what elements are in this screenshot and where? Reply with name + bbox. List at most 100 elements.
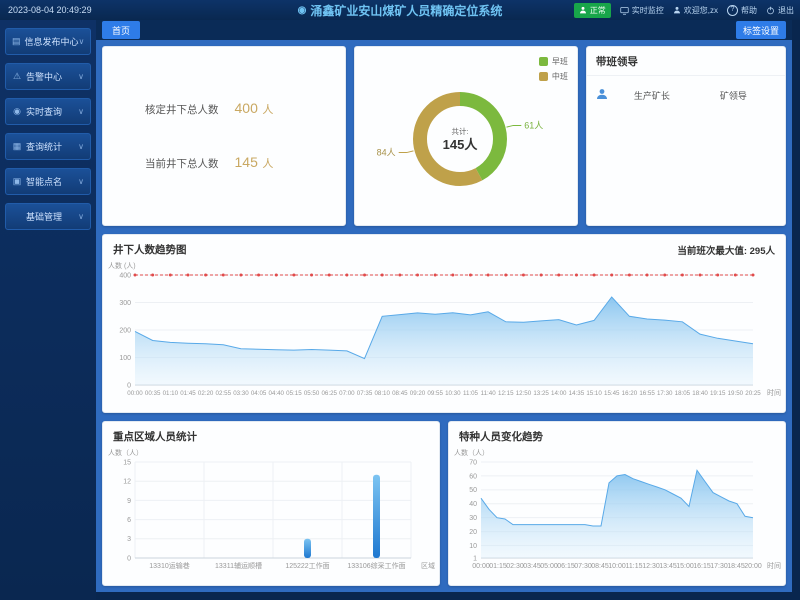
underground-trend-panel: 井下人数趋势图 当前班次最大值: 295人 0 100 200 300 400 00:00…	[102, 234, 786, 413]
svg-text:人数（人）: 人数（人）	[454, 448, 489, 457]
svg-text:200: 200	[119, 327, 131, 334]
svg-text:09:20: 09:20	[410, 390, 426, 397]
leader-row[interactable]: 生产矿长 矿领导	[587, 76, 785, 114]
svg-text:40: 40	[469, 501, 477, 508]
legend-swatch-gold	[538, 72, 548, 81]
sidebar-item-info-center[interactable]: ▤ 信息发布中心 ∨	[5, 28, 91, 55]
system-logo-icon: ◉	[297, 4, 307, 16]
shift-donut-panel: 早班 中班 61人 84人 共计: 145人	[353, 46, 578, 226]
max-value-note: 当前班次最大值: 295人	[677, 245, 775, 257]
user-icon	[673, 6, 681, 14]
sidebar-item-alarm-center[interactable]: ⚠ 告警中心 ∨	[5, 63, 91, 90]
tab-home[interactable]: 首页	[102, 21, 141, 39]
svg-text:12:15: 12:15	[498, 390, 514, 397]
panel-title: 带班领导	[586, 47, 785, 76]
chevron-down-icon: ∨	[78, 177, 84, 186]
svg-text:1: 1	[473, 555, 477, 562]
svg-text:12: 12	[123, 479, 131, 486]
approved-headcount: 核定井下总人数 400 人	[145, 100, 345, 118]
nav-item-welcome[interactable]: 欢迎您,zx	[673, 5, 718, 16]
special-personnel-panel: 特种人员变化趋势 1 10 20 30 40 50 60 70 00:00 01:15 02:30 0…	[448, 421, 786, 586]
svg-text:50: 50	[469, 487, 477, 494]
svg-text:100: 100	[119, 355, 131, 362]
svg-text:时间: 时间	[767, 388, 781, 397]
nav-item-label: 帮助	[741, 5, 757, 15]
tab-settings-button[interactable]: 标签设置	[735, 21, 786, 39]
legend-swatch-green	[538, 57, 548, 66]
svg-text:人数（人）: 人数（人）	[108, 448, 143, 457]
svg-text:61人: 61人	[524, 120, 543, 130]
svg-text:84人: 84人	[377, 148, 396, 158]
sidebar-item-realtime-query[interactable]: ◉ 实时查询 ∨	[5, 98, 91, 125]
sidebar-item-base-management[interactable]: 基础管理 ∨	[5, 203, 91, 230]
svg-text:时间: 时间	[767, 561, 781, 570]
svg-text:15:00: 15:00	[676, 563, 694, 570]
key-area-bar-chart: 0 3 6 9 12 15 13310运输巷 13311辅运顺槽 125222工作面 133106…	[103, 446, 439, 585]
svg-text:17:30: 17:30	[710, 563, 728, 570]
nav-item-label: 欢迎您,zx	[683, 5, 718, 15]
svg-text:13311辅运顺槽: 13311辅运顺槽	[215, 561, 262, 570]
avatar	[596, 88, 608, 102]
stats-row: 核定井下总人数 400 人 当前井下总人数 145 人 早班 中班 61人 84…	[102, 46, 786, 226]
sidebar-item-smart-rollcall[interactable]: ▣ 智能点名 ∨	[5, 168, 91, 195]
svg-text:01:10: 01:10	[163, 390, 179, 397]
monitor-icon	[620, 6, 629, 15]
stat-value: 400	[234, 100, 258, 116]
nav-item-label: 退出	[778, 5, 794, 15]
svg-text:19:15: 19:15	[710, 390, 726, 397]
legend-item[interactable]: 中班	[538, 71, 568, 82]
svg-text:07:00: 07:00	[339, 390, 355, 397]
svg-text:145人: 145人	[443, 137, 479, 152]
current-headcount: 当前井下总人数 145 人	[145, 154, 345, 172]
svg-text:08:10: 08:10	[374, 390, 390, 397]
nav-item-help[interactable]: ? 帮助	[727, 4, 757, 16]
svg-text:01:15: 01:15	[489, 563, 507, 570]
stat-unit: 人	[262, 158, 274, 170]
svg-text:00:35: 00:35	[145, 390, 161, 397]
target-icon: ◉	[13, 106, 21, 116]
svg-text:6: 6	[127, 517, 131, 524]
svg-text:03:30: 03:30	[233, 390, 249, 397]
sidebar-item-query-stats[interactable]: ▦ 查询统计 ∨	[5, 133, 91, 160]
document-icon: ▤	[12, 36, 21, 46]
alert-icon: ⚠	[12, 71, 22, 81]
sidebar-item-label: 信息发布中心	[24, 37, 79, 47]
svg-text:共计:: 共计:	[451, 126, 468, 136]
svg-text:10:30: 10:30	[445, 390, 461, 397]
svg-text:07:35: 07:35	[357, 390, 373, 397]
svg-text:00:00: 00:00	[472, 563, 490, 570]
legend-item[interactable]: 早班	[538, 56, 568, 67]
svg-text:16:20: 16:20	[622, 390, 638, 397]
svg-text:10:00: 10:00	[608, 563, 626, 570]
stat-value: 145	[234, 154, 258, 170]
checkbox-icon: ▣	[12, 176, 22, 186]
svg-text:04:05: 04:05	[251, 390, 267, 397]
stat-unit: 人	[262, 104, 274, 116]
app-header: 2023-08-04 20:49:29 ◉ 涌鑫矿业安山煤矿人员精确定位系统 正…	[0, 0, 800, 20]
svg-text:13:45: 13:45	[659, 563, 677, 570]
svg-text:13310运输巷: 13310运输巷	[149, 561, 189, 570]
panel-title: 井下人数趋势图	[113, 244, 187, 256]
svg-text:30: 30	[469, 515, 477, 522]
svg-text:06:25: 06:25	[321, 390, 337, 397]
svg-text:70: 70	[469, 459, 477, 466]
nav-item-monitor[interactable]: 实时监控	[620, 5, 664, 16]
svg-text:09:55: 09:55	[427, 390, 443, 397]
sidebar: ▤ 信息发布中心 ∨ ⚠ 告警中心 ∨ ◉ 实时查询 ∨ ▦ 查询统计 ∨ ▣ …	[0, 20, 96, 600]
panel-title: 重点区域人员统计	[113, 431, 197, 443]
svg-text:19:50: 19:50	[728, 390, 744, 397]
leader-role: 矿领导	[719, 90, 747, 101]
status-badge[interactable]: 正常	[573, 2, 611, 18]
svg-text:11:40: 11:40	[481, 390, 497, 397]
panel-title: 特种人员变化趋势	[459, 431, 543, 443]
svg-text:11:15: 11:15	[626, 563, 643, 570]
svg-text:14:00: 14:00	[551, 390, 567, 397]
svg-text:14:35: 14:35	[569, 390, 585, 397]
header-nav: 正常 实时监控 欢迎您,zx ? 帮助 退出	[573, 2, 794, 18]
svg-text:17:30: 17:30	[657, 390, 673, 397]
svg-text:20:25: 20:25	[745, 390, 761, 397]
nav-item-logout[interactable]: 退出	[766, 5, 794, 16]
special-personnel-chart: 1 10 20 30 40 50 60 70 00:00 01:15 02:30 03:45 05:00…	[449, 446, 785, 585]
svg-text:01:45: 01:45	[180, 390, 196, 397]
stat-label: 当前井下总人数	[145, 158, 219, 170]
